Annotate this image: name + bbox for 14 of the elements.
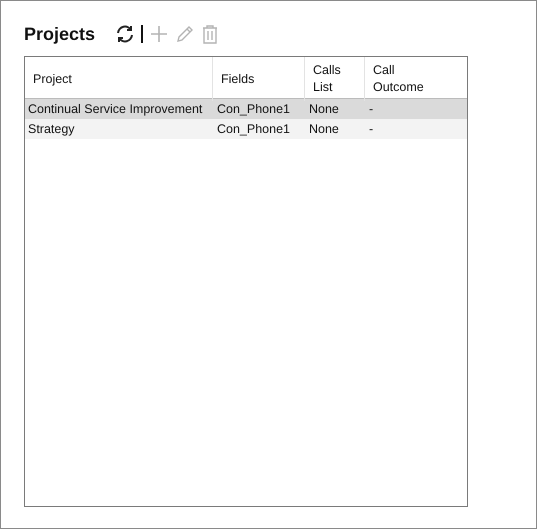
- toolbar-separator: [141, 25, 144, 43]
- panel-title: Projects: [24, 24, 96, 44]
- table-cell-text: Continual Service Improvement: [27, 101, 204, 118]
- table-cell-text: Strategy: [27, 121, 76, 138]
- column-header[interactable]: Call Outcome: [365, 57, 467, 101]
- table-cell-text: -: [368, 101, 374, 118]
- table-cell-text: None: [308, 101, 340, 118]
- table-cell-text: -: [368, 121, 374, 138]
- table-row[interactable]: Continual Service Improvement Con_Phone1 None -: [25, 99, 467, 119]
- table-cell-text: Con_Phone1: [216, 101, 291, 118]
- table-cell-text: Con_Phone1: [216, 121, 291, 138]
- table-cell-text: None: [308, 121, 340, 138]
- refresh-icon[interactable]: [115, 24, 136, 44]
- table-row[interactable]: Strategy Con_Phone1 None -: [25, 119, 467, 139]
